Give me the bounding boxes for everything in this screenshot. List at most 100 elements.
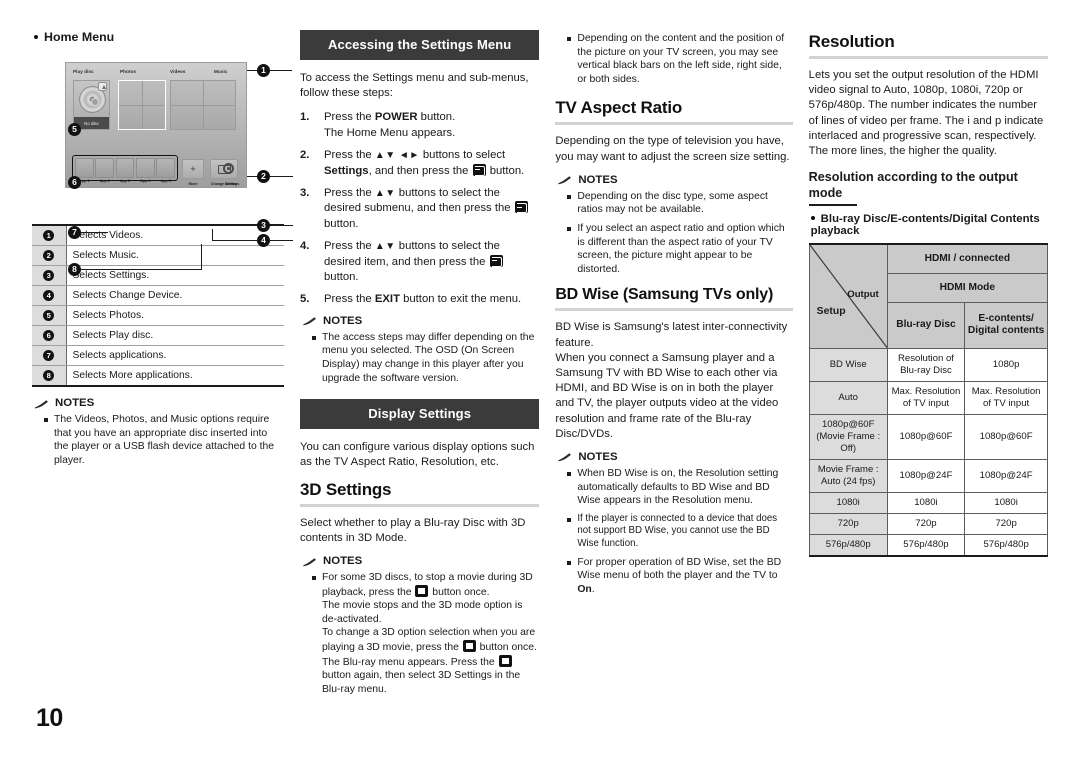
heading-3d-settings: 3D Settings <box>300 479 392 499</box>
cell-econtents: 1080i <box>964 491 1048 514</box>
app-label-2: App 2 <box>99 178 110 183</box>
table-header-bluray-disc: Blu-ray Disc <box>886 302 966 349</box>
cell-bluray: Max. Resolution of TV input <box>886 380 966 415</box>
corner-setup-label: Setup <box>816 306 846 318</box>
gear-icon <box>223 163 234 174</box>
more-label: More <box>188 181 198 186</box>
table-header-hdmi-connected: HDMI / connected <box>886 243 1049 275</box>
cell-setup: Movie Frame : Auto (24 fps) <box>808 458 888 493</box>
notes-list-bdwise: When BD Wise is on, the Resolution setti… <box>555 467 792 596</box>
top-note-list: Depending on the content and the positio… <box>555 32 792 86</box>
notes-list-aspect: Depending on the disc type, some aspect … <box>555 190 792 277</box>
cell-bluray: 720p <box>886 512 966 535</box>
cell-setup: 1080i <box>808 491 888 514</box>
rule-tv-aspect-ratio <box>555 122 793 126</box>
home-menu-heading: Home Menu <box>34 30 284 44</box>
notes-heading-3d: NOTES <box>302 555 539 567</box>
heading-bd-wise: BD Wise (Samsung TVs only) <box>555 286 774 304</box>
app-slot-1[interactable]: App 1 <box>75 158 94 183</box>
notes-heading-aspect: NOTES <box>557 174 792 186</box>
bullet-playback: Blu-ray Disc/E-contents/Digital Contents… <box>810 213 1040 238</box>
legend-text-cell: Selects More applications. <box>72 370 193 381</box>
app-bar[interactable]: App 1 App 2 App 3 App 4 App 5 <box>72 155 178 183</box>
legend-number-cell: 6 <box>32 325 67 346</box>
table-row: 1080i 1080i 1080i <box>808 491 1048 514</box>
callout-6: 6 <box>68 176 81 189</box>
more-apps-button[interactable]: + <box>182 159 204 179</box>
heading-resolution: Resolution <box>808 32 895 51</box>
resolution-body: Lets you set the output resolution of th… <box>808 69 1044 158</box>
top-note-item: Depending on the content and the positio… <box>555 32 792 86</box>
step-item: 5. Press the EXIT button to exit the menu… <box>300 292 539 307</box>
app-slot-5[interactable]: App 5 <box>156 158 175 183</box>
cell-econtents: Max. Resolution of TV input <box>964 380 1048 415</box>
cell-bluray: 576p/480p <box>886 533 966 557</box>
pencil-icon <box>302 315 317 326</box>
manual-page: Home Menu Play disc Photos Videos Music … <box>0 0 1080 761</box>
legend-text-cell: Selects Play disc. <box>66 325 284 346</box>
label-photos: Photos <box>120 69 137 74</box>
callout-8: 8 <box>68 263 81 276</box>
rule-bd-wise <box>555 308 793 312</box>
step-item: 2. Press the ▲▼ ◄► buttons to select Sett… <box>300 149 525 177</box>
app-slot-2[interactable]: App 2 <box>95 158 115 183</box>
note-item: For proper operation of BD Wise, set the… <box>555 556 792 597</box>
label-play-disc: Play disc <box>73 69 94 74</box>
legend-number-cell: 3 <box>32 265 67 286</box>
callout-badge-3: 3 <box>43 270 55 281</box>
legend-number-cell: 7 <box>32 345 67 366</box>
display-settings-body: You can configure various display option… <box>300 441 535 469</box>
tile-photos-group[interactable] <box>118 80 166 130</box>
bdwise-body: BD Wise is Samsung's latest inter-connec… <box>555 321 788 440</box>
callout-5: 5 <box>68 123 81 136</box>
notes-heading-bdwise: NOTES <box>557 451 792 463</box>
legend-text-cell: Selects applications. <box>66 345 284 366</box>
notes-list-col1: The Videos, Photos, and Music options re… <box>32 413 284 467</box>
eject-badge-icon <box>98 82 107 91</box>
app-slot-3[interactable]: App 3 <box>115 158 135 183</box>
pencil-icon <box>34 398 49 409</box>
cell-bluray: 1080i <box>886 491 966 514</box>
leader-line-7 <box>80 232 108 233</box>
pencil-icon <box>302 556 317 567</box>
step-number: 4. <box>300 240 310 253</box>
home-menu-screenshot: Play disc Photos Videos Music No disc Ap… <box>65 62 247 188</box>
note-item: Depending on the disc type, some aspect … <box>555 190 792 217</box>
home-menu-screen: Play disc Photos Videos Music No disc Ap… <box>66 63 246 187</box>
note-item: If you select an aspect ratio and option… <box>555 222 792 276</box>
heading-tv-aspect-ratio: TV Aspect Ratio <box>555 98 683 118</box>
table-header-row-1: Output Setup HDMI / connected <box>808 243 1049 349</box>
app-slot-4[interactable]: App 4 <box>135 158 155 183</box>
table-row: Auto Max. Resolution of TV input Max. Reso… <box>808 380 1048 415</box>
tile-videos-music-group[interactable] <box>170 80 236 130</box>
settings-button[interactable] <box>214 159 242 179</box>
legend-number-cell: 1 <box>32 225 67 246</box>
table-row: 2 Selects Music. <box>32 245 284 266</box>
table-row: 7 Selects applications. <box>32 345 284 366</box>
leader-line-4 <box>212 240 293 241</box>
cell-setup: 720p <box>808 512 888 535</box>
bullet-dot-icon <box>34 34 38 39</box>
cell-econtents: 1080p <box>964 347 1048 382</box>
cell-bluray: 1080p@60F <box>886 413 966 460</box>
subheading-resolution-output-mode: Resolution according to the output mode <box>808 170 1018 201</box>
cell-econtents: 576p/480p <box>964 533 1048 557</box>
bullet-dot-icon <box>810 216 815 221</box>
notes-title-3d: NOTES <box>323 555 363 568</box>
callout-2: 2 <box>257 170 270 183</box>
table-row: 4 Selects Change Device. <box>32 285 284 306</box>
rule-3d-settings <box>300 503 540 507</box>
rule-resolution <box>808 56 1048 59</box>
resolution-table: Output Setup HDMI / connected HDMI Mode … <box>808 243 1049 557</box>
label-videos: Videos <box>170 69 186 74</box>
section-bar-display-settings: Display Settings <box>300 399 540 430</box>
table-row: BD Wise Resolution of Blu-ray Disc 1080p <box>808 347 1048 382</box>
column-2: Accessing the Settings Menu To access th… <box>300 30 540 704</box>
app-label-3: App 3 <box>119 178 131 183</box>
step-item: 1. Press the POWER button. The Home Menu a… <box>300 111 456 139</box>
notes-title-bdwise: NOTES <box>578 450 618 463</box>
pencil-icon <box>557 174 572 185</box>
legend-number-cell: 8 <box>32 365 67 386</box>
legend-text-cell: Selects Music. <box>66 245 284 266</box>
tile-play-disc[interactable]: No disc <box>73 80 110 130</box>
